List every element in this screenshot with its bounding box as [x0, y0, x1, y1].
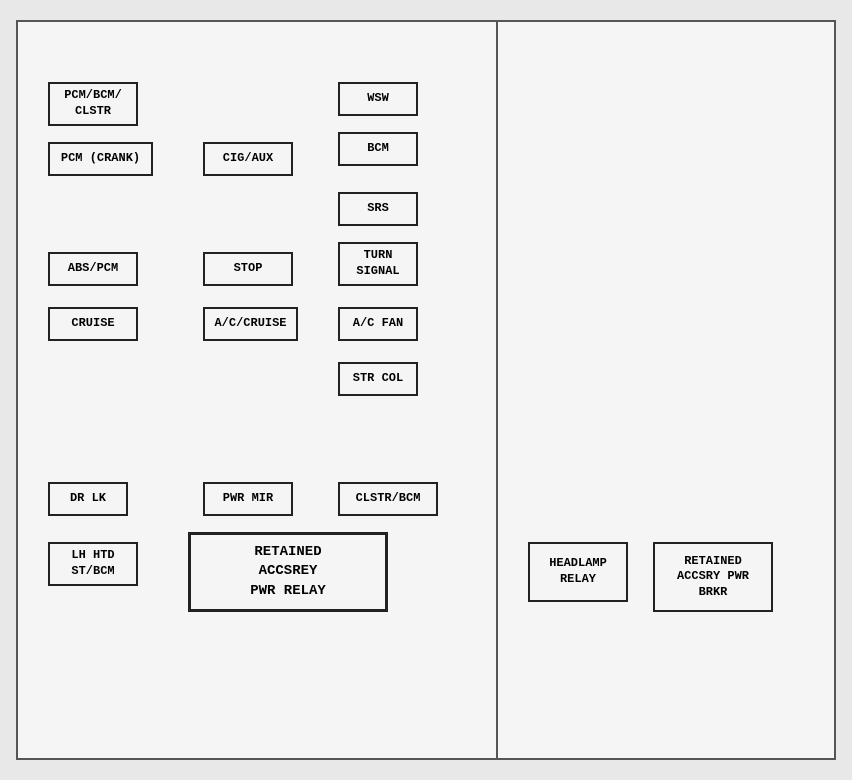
pwr-mir: PWR MIR [203, 482, 293, 516]
pcm-bcm-clstr: PCM/BCM/ CLSTR [48, 82, 138, 126]
clstr-bcm: CLSTR/BCM [338, 482, 438, 516]
pcm-crank: PCM (CRANK) [48, 142, 153, 176]
dr-lk: DR LK [48, 482, 128, 516]
outside-grid: PCM/BCM/ CLSTR WSW PCM (CRANK) CIG/AUX BCM SR… [28, 52, 486, 728]
inside-grid: HEADLAMP RELAY RETAINED ACCSRY PWR BRKR [508, 52, 824, 728]
inside-section: HEADLAMP RELAY RETAINED ACCSRY PWR BRKR [498, 22, 834, 758]
retained-accsrey-pwr-relay: RETAINED ACCSREY PWR RELAY [188, 532, 388, 612]
lh-htd-st-bcm: LH HTD ST/BCM [48, 542, 138, 586]
retained-accsry-pwr-brkr: RETAINED ACCSRY PWR BRKR [653, 542, 773, 612]
turn-signal: TURN SIGNAL [338, 242, 418, 286]
str-col: STR COL [338, 362, 418, 396]
outside-section: PCM/BCM/ CLSTR WSW PCM (CRANK) CIG/AUX BCM SR… [18, 22, 498, 758]
cruise: CRUISE [48, 307, 138, 341]
ac-fan: A/C FAN [338, 307, 418, 341]
bcm: BCM [338, 132, 418, 166]
cig-aux: CIG/AUX [203, 142, 293, 176]
ac-cruise: A/C/CRUISE [203, 307, 298, 341]
stop: STOP [203, 252, 293, 286]
headlamp-relay: HEADLAMP RELAY [528, 542, 628, 602]
abs-pcm: ABS/PCM [48, 252, 138, 286]
main-container: PCM/BCM/ CLSTR WSW PCM (CRANK) CIG/AUX BCM SR… [16, 20, 836, 760]
srs: SRS [338, 192, 418, 226]
wsw: WSW [338, 82, 418, 116]
